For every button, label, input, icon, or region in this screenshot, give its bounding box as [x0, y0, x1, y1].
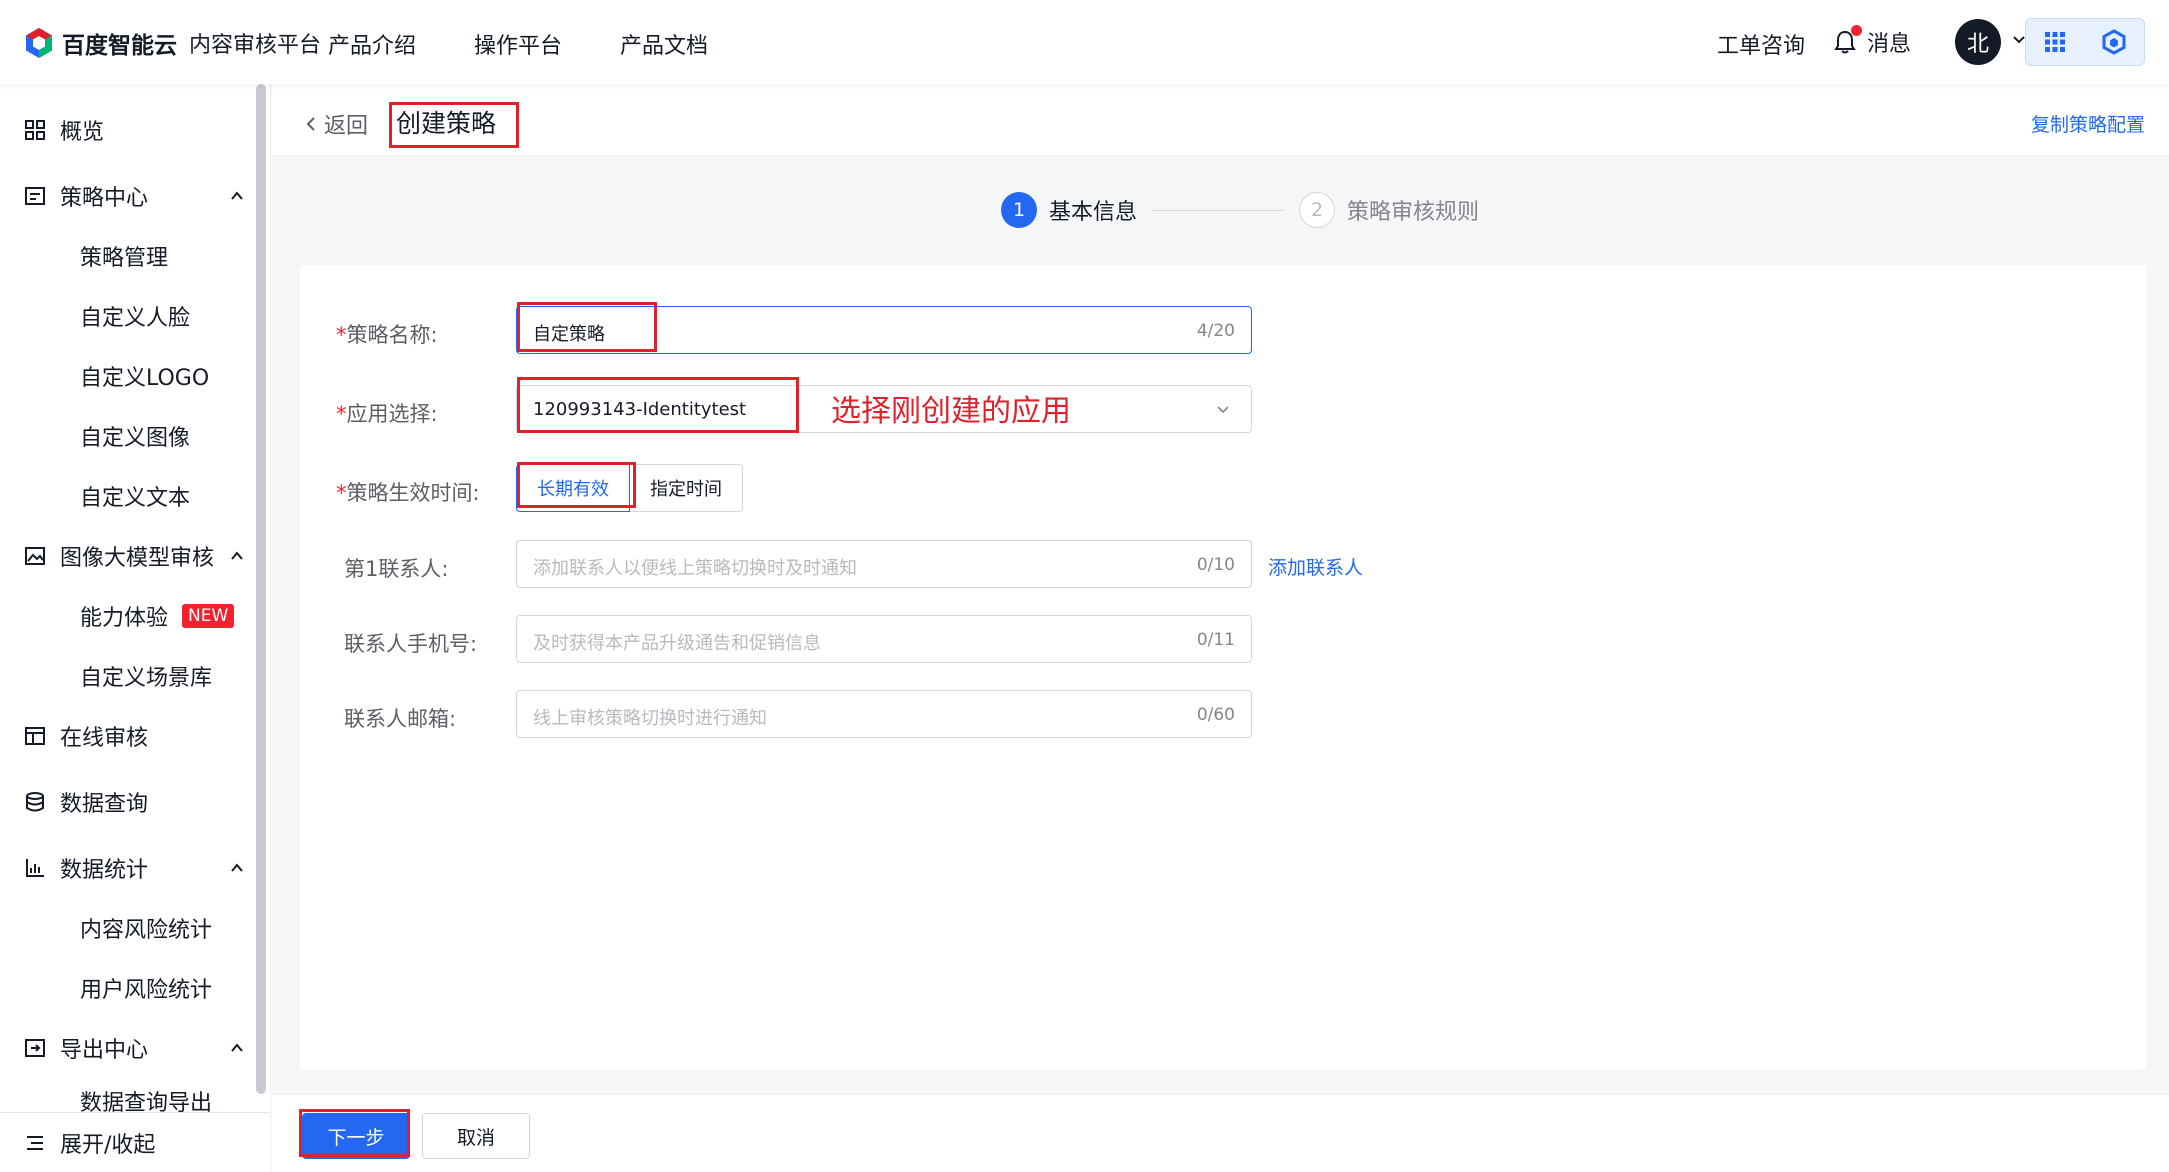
step-indicator: 1 基本信息 2 策略审核规则 [1001, 192, 1479, 228]
cube-icon[interactable] [2101, 29, 2127, 55]
nav-console[interactable]: 操作平台 [474, 28, 562, 60]
sidebar-item-capability-trial[interactable]: 能力体验 NEW [80, 600, 235, 632]
new-badge: NEW [182, 604, 235, 628]
char-counter: 4/20 [1196, 321, 1235, 341]
step-2-label: 策略审核规则 [1347, 200, 1480, 225]
contact-placeholder: 添加联系人以便线上策略切换时及时通知 [533, 558, 857, 579]
menu-icon [27, 1136, 43, 1150]
page-header: 返回 创建策略 复制策略配置 [272, 84, 2169, 156]
strategy-icon [25, 187, 45, 205]
chevron-down-icon [1217, 406, 1229, 414]
review-icon [25, 727, 45, 745]
grid-apps-icon[interactable] [2043, 30, 2067, 54]
sidebar-item-label: 策略中心 [60, 186, 149, 211]
sidebar-item-custom-image[interactable]: 自定义图像 [80, 420, 190, 452]
sidebar-item-strategy-management[interactable]: 策略管理 [80, 240, 168, 272]
messages-button[interactable]: 消息 [1833, 25, 1911, 58]
highlight-box-time [517, 462, 636, 508]
nav-product-intro[interactable]: 产品介绍 [328, 28, 416, 60]
sidebar-item-custom-face[interactable]: 自定义人脸 [80, 300, 190, 332]
brand-logo[interactable]: 百度智能云 内容审核平台 [24, 26, 321, 60]
option-specified-time[interactable]: 指定时间 [630, 464, 743, 512]
messages-label: 消息 [1866, 32, 1911, 57]
footer-bar: 下一步 取消 [272, 1094, 2169, 1172]
sidebar-item-label: 导出中心 [60, 1038, 149, 1063]
sidebar-item-overview[interactable]: 概览 [24, 114, 244, 146]
sidebar-item-custom-text[interactable]: 自定义文本 [80, 480, 190, 512]
bell-icon [1833, 25, 1862, 55]
char-counter: 0/60 [1196, 705, 1235, 725]
database-icon [26, 792, 44, 812]
sidebar-item-query-export[interactable]: 数据查询导出 [80, 1090, 212, 1112]
product-name: 内容审核平台 [189, 33, 322, 58]
sidebar-item-label: 概览 [60, 120, 105, 145]
sidebar-item-online-review[interactable]: 在线审核 [24, 720, 244, 752]
email-label: 联系人邮箱: [344, 707, 457, 731]
step-connector [1153, 209, 1284, 211]
sidebar-item-data-query[interactable]: 数据查询 [24, 786, 244, 818]
app-switcher [2025, 18, 2145, 66]
chevron-up-icon [231, 191, 243, 200]
strategy-name-label: *策略名称: [336, 323, 438, 347]
sidebar-item-label: 数据统计 [60, 858, 149, 883]
chevron-up-icon [231, 551, 243, 560]
export-icon [25, 1039, 45, 1057]
cancel-button[interactable]: 取消 [422, 1113, 530, 1159]
phone-input[interactable]: 及时获得本产品升级通告和促销信息 0/11 [516, 615, 1252, 663]
sidebar-item-export-center[interactable]: 导出中心 [24, 1032, 244, 1064]
app-select-label: *应用选择: [336, 402, 438, 426]
top-header: 百度智能云 内容审核平台 产品介绍 操作平台 产品文档 工单咨询 消息 北 [0, 0, 2169, 84]
contact-input[interactable]: 添加联系人以便线上策略切换时及时通知 0/10 [516, 540, 1252, 588]
back-label: 返回 [324, 114, 369, 139]
sidebar-item-image-model[interactable]: 图像大模型审核 [24, 540, 244, 572]
char-counter: 0/11 [1196, 630, 1235, 650]
chart-icon [26, 859, 44, 877]
baidu-cloud-logo-icon [26, 28, 52, 58]
image-icon [25, 547, 45, 565]
copy-config-link[interactable]: 复制策略配置 [2031, 110, 2145, 137]
sidebar: 概览 策略中心 策略管理 自定义人脸 自定义LOGO 自定义图像 自定义文本 图… [0, 84, 270, 1172]
annotation-text: 选择刚创建的应用 [831, 394, 1071, 429]
sidebar-item-strategy-center[interactable]: 策略中心 [24, 180, 244, 212]
nav-docs[interactable]: 产品文档 [620, 28, 708, 60]
contact-label: 第1联系人: [344, 557, 449, 581]
sidebar-footer: 展开/收起 [0, 1112, 270, 1172]
chevron-left-icon [306, 117, 315, 131]
sidebar-item-data-stats[interactable]: 数据统计 [24, 852, 244, 884]
highlight-box-app [517, 377, 799, 433]
highlight-box-next [299, 1109, 410, 1157]
add-contact-link[interactable]: 添加联系人 [1268, 553, 1363, 580]
sidebar-item-label: 图像大模型审核 [60, 546, 215, 571]
char-counter: 0/10 [1196, 555, 1235, 575]
highlight-box-title [389, 102, 519, 148]
chevron-up-icon [231, 1043, 243, 1052]
effective-time-label: *策略生效时间: [336, 481, 480, 505]
email-placeholder: 线上审核策略切换时进行通知 [533, 708, 767, 729]
sidebar-item-custom-logo[interactable]: 自定义LOGO [80, 360, 209, 392]
sidebar-item-label: 展开/收起 [60, 1133, 156, 1158]
phone-label: 联系人手机号: [344, 632, 478, 656]
sidebar-scrollbar[interactable] [256, 84, 266, 1094]
sidebar-toggle[interactable]: 展开/收起 [24, 1127, 244, 1159]
avatar[interactable]: 北 [1955, 19, 2001, 65]
step-1-label: 基本信息 [1049, 200, 1138, 225]
phone-placeholder: 及时获得本产品升级通告和促销信息 [533, 633, 821, 654]
dashboard-icon [25, 120, 45, 140]
chevron-up-icon [231, 863, 243, 872]
sidebar-item-scene-library[interactable]: 自定义场景库 [80, 660, 212, 692]
email-input[interactable]: 线上审核策略切换时进行通知 0/60 [516, 690, 1252, 738]
step-1-circle: 1 [1001, 192, 1037, 228]
back-button[interactable]: 返回 [304, 108, 368, 140]
step-2-circle: 2 [1299, 192, 1336, 228]
top-nav: 产品介绍 操作平台 产品文档 [328, 28, 708, 60]
sidebar-item-content-risk[interactable]: 内容风险统计 [80, 912, 212, 944]
sidebar-item-label: 在线审核 [60, 726, 149, 751]
unread-dot [1850, 25, 1862, 36]
highlight-box-name [517, 302, 657, 352]
sidebar-item-user-risk[interactable]: 用户风险统计 [80, 972, 212, 1004]
brand-name: 百度智能云 [62, 33, 177, 59]
sidebar-item-label: 能力体验 [80, 606, 169, 631]
ticket-link[interactable]: 工单咨询 [1717, 28, 1805, 60]
sidebar-item-label: 数据查询 [60, 792, 149, 817]
